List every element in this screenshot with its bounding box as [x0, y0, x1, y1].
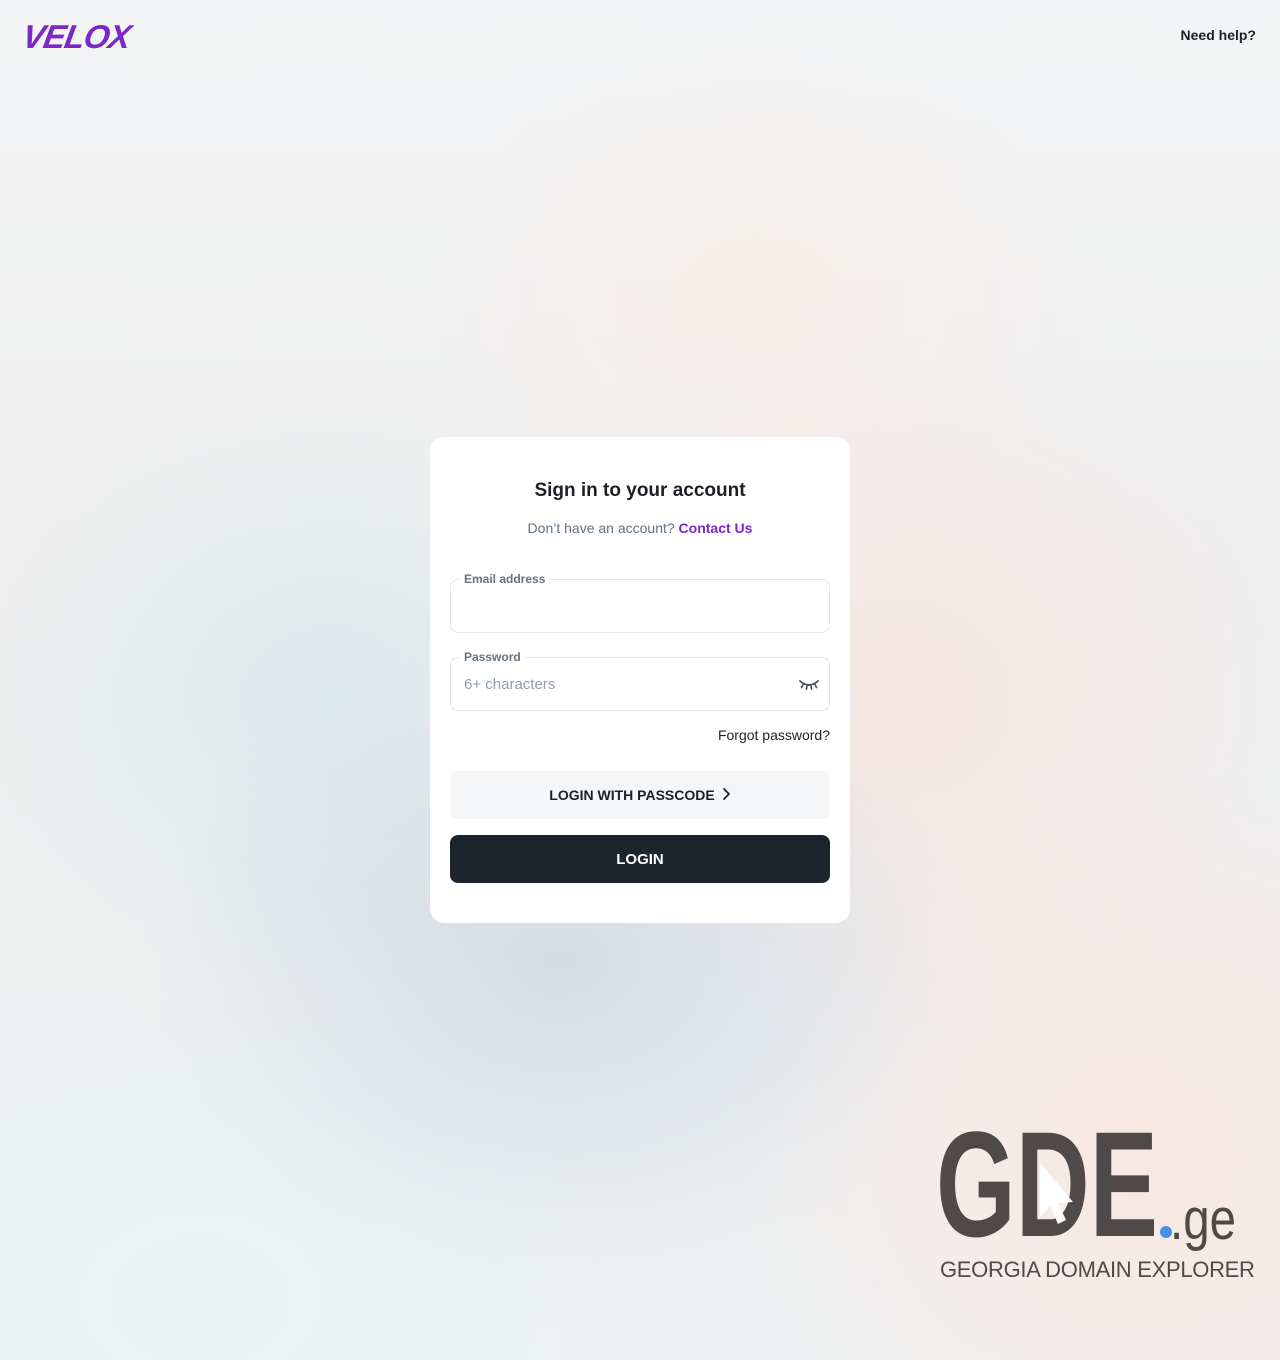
no-account-text: Don’t have an account? — [527, 520, 675, 536]
password-field: Password — [450, 650, 830, 711]
password-input[interactable] — [451, 658, 829, 710]
login-button[interactable]: LOGIN — [450, 835, 830, 883]
chevron-right-icon — [721, 787, 731, 804]
forgot-password-link[interactable]: Forgot password? — [718, 727, 830, 743]
gde-wordmark: GDE .ge — [936, 1114, 1236, 1254]
forgot-password-row: Forgot password? — [450, 726, 830, 745]
gde-tagline: GEORGIA DOMAIN EXPLORER — [940, 1257, 1255, 1282]
login-with-passcode-button[interactable]: LOGIN WITH PASSCODE — [450, 771, 830, 819]
need-help-link[interactable]: Need help? — [1181, 27, 1256, 43]
email-input[interactable] — [451, 580, 829, 632]
eye-closed-icon[interactable] — [797, 673, 821, 695]
email-field: Email address — [450, 572, 830, 633]
velox-logo[interactable]: VELOX — [24, 20, 156, 52]
card-title: Sign in to your account — [534, 480, 746, 501]
velox-logo-text: VELOX — [24, 20, 136, 52]
contact-us-link[interactable]: Contact Us — [679, 520, 753, 536]
login-card: Sign in to your account Don’t have an ac… — [430, 437, 850, 923]
gde-logo: GDE .ge GEORGIA DOMAIN EXPLORER — [936, 1114, 1255, 1284]
password-label: Password — [460, 650, 525, 664]
email-label: Email address — [460, 572, 550, 586]
card-subtitle: Don’t have an account? Contact Us — [450, 519, 830, 537]
gde-domain-suffix: .ge — [1170, 1187, 1236, 1252]
passcode-button-label: LOGIN WITH PASSCODE — [549, 787, 715, 803]
